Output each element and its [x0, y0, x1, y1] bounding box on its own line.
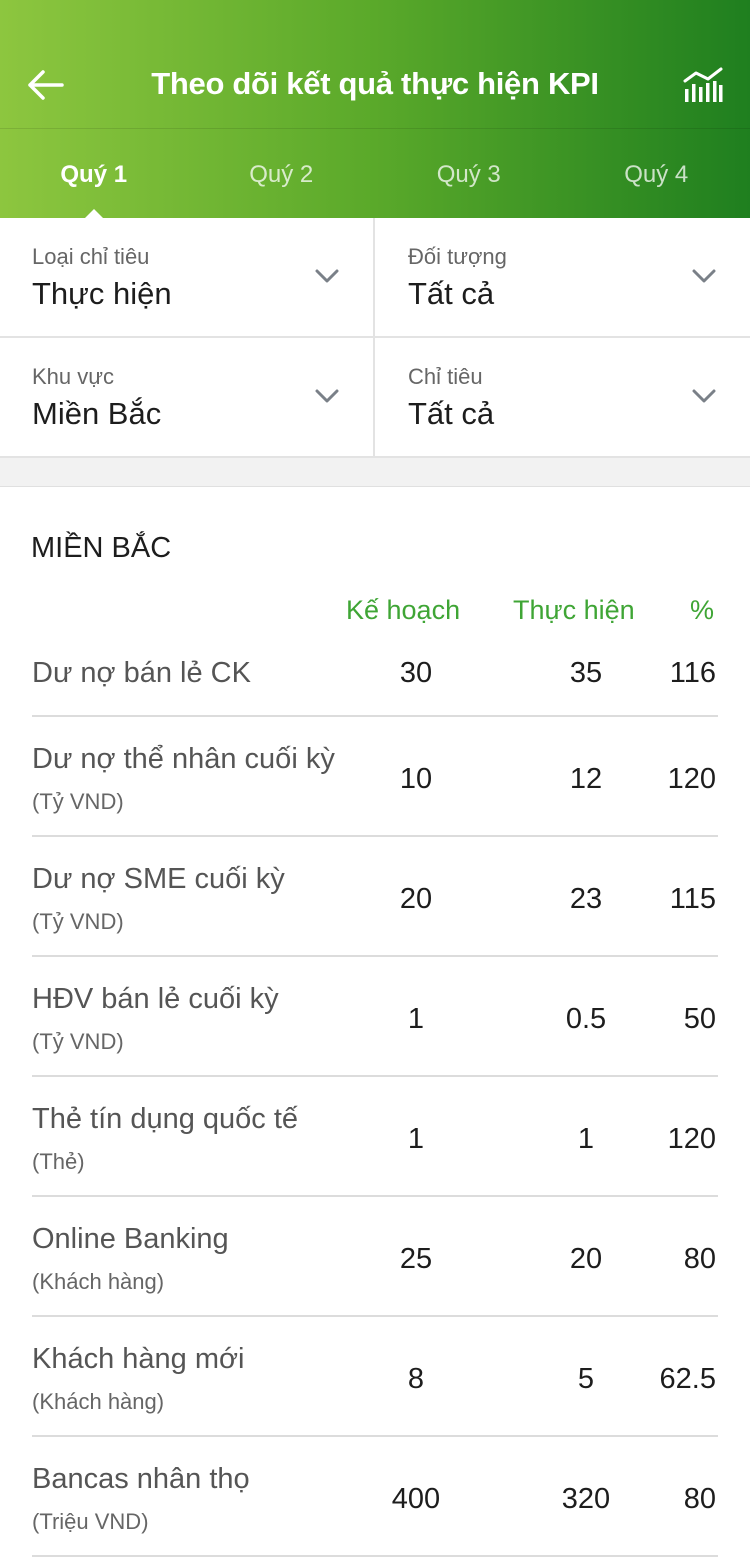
kpi-unit: (Triệu VND) [32, 1509, 149, 1534]
filter-label: Khu vực [32, 364, 114, 389]
filter-label: Đối tượng [408, 244, 507, 269]
filter-label: Loại chỉ tiêu [32, 244, 150, 269]
tab-label: Quý 2 [249, 161, 314, 188]
kpi-unit: (Tỷ VND) [32, 909, 124, 934]
percent-value: 120 [667, 1123, 716, 1155]
kpi-unit: (Khách hàng) [32, 1389, 165, 1414]
tab-label: Quý 4 [624, 161, 689, 188]
quarter-tabs: Quý 1 Quý 2 Quý 3 Quý 4 [0, 129, 750, 218]
target-dropdown[interactable]: Đối tượng Tất cả [375, 218, 750, 338]
kpi-unit: (Tỷ VND) [32, 789, 124, 814]
chevron-down-icon [315, 389, 339, 403]
kpi-unit: (Thẻ) [32, 1149, 85, 1174]
back-button[interactable] [20, 60, 70, 110]
plan-value: 8 [407, 1363, 425, 1395]
filter-label: Chỉ tiêu [408, 364, 483, 389]
kpi-name: Dư nợ bán lẻ CK [32, 657, 251, 689]
kpi-name: Thẻ tín dụng quốc tế [32, 1103, 299, 1135]
page-title: Theo dõi kết quả thực hiện KPI [151, 66, 599, 101]
active-tab-indicator [84, 209, 103, 218]
percent-value: 80 [683, 1243, 716, 1275]
top-bar: Theo dõi kết quả thực hiện KPI [0, 0, 750, 128]
filter-value: Tất cả [408, 396, 495, 431]
column-header-actual: Thực hiện [513, 595, 635, 625]
percent-value: 120 [667, 763, 716, 795]
chevron-down-icon [315, 269, 339, 283]
column-header-plan: Kế hoạch [346, 595, 461, 625]
section-separator [0, 458, 750, 487]
filter-value: Tất cả [408, 276, 495, 311]
filter-panel: Loại chỉ tiêu Thực hiện Đối tượng Tất cả… [0, 218, 750, 458]
column-header-percent: % [690, 595, 715, 625]
indicator-dropdown[interactable]: Chỉ tiêu Tất cả [375, 338, 750, 458]
tab-quarter-2[interactable]: Quý 2 [188, 129, 376, 218]
plan-value: 1 [407, 1003, 425, 1035]
metric-type-dropdown[interactable]: Loại chỉ tiêu Thực hiện [0, 218, 375, 338]
kpi-unit: (Tỷ VND) [32, 1029, 124, 1054]
percent-value: 62.5 [659, 1363, 716, 1395]
kpi-name: Dư nợ SME cuối kỳ [32, 863, 285, 895]
chevron-down-icon [692, 389, 716, 403]
percent-value: 116 [669, 657, 716, 689]
kpi-name: Dư nợ thể nhân cuối kỳ [32, 743, 335, 775]
kpi-unit: (Khách hàng) [32, 1269, 165, 1294]
chart-button[interactable] [678, 60, 728, 110]
table-row: Dư nợ SME cuối kỳ (Tỷ VND) 20 23 115 [32, 837, 718, 957]
section-title: MIỀN BẮC [31, 532, 172, 564]
tab-label: Quý 1 [60, 161, 128, 188]
tab-label: Quý 3 [436, 161, 501, 188]
filter-value: Thực hiện [32, 276, 172, 311]
plan-value: 20 [399, 883, 433, 915]
tab-quarter-4[interactable]: Quý 4 [563, 129, 750, 218]
chevron-down-icon [692, 269, 716, 283]
percent-value: 115 [669, 883, 716, 915]
table-row: Thẻ tín dụng quốc tế (Thẻ) 1 1 120 [32, 1077, 718, 1197]
region-dropdown[interactable]: Khu vực Miền Bắc [0, 338, 375, 458]
table-row: Dư nợ thể nhân cuối kỳ (Tỷ VND) 10 12 12… [32, 717, 718, 837]
table-row: Dư nợ bán lẻ CK 30 35 116 [32, 635, 718, 717]
plan-value: 25 [399, 1243, 433, 1275]
table-row: Online Banking (Khách hàng) 25 20 80 [32, 1197, 718, 1317]
percent-value: 80 [683, 1483, 716, 1515]
table-row: Bancas nhân thọ (Triệu VND) 400 320 80 [32, 1437, 718, 1557]
kpi-table: Dư nợ bán lẻ CK 30 35 116 Dư nợ thể nhân… [32, 635, 718, 1557]
plan-value: 1 [407, 1123, 425, 1155]
tab-quarter-1[interactable]: Quý 1 [0, 129, 188, 218]
kpi-name: Online Banking [32, 1223, 229, 1255]
tab-quarter-3[interactable]: Quý 3 [375, 129, 563, 218]
plan-value: 400 [391, 1483, 441, 1515]
plan-value: 10 [399, 763, 433, 795]
filter-value: Miền Bắc [32, 396, 162, 431]
kpi-name: Bancas nhân thọ [32, 1463, 250, 1495]
percent-value: 50 [683, 1003, 716, 1035]
arrow-left-icon [28, 70, 64, 100]
kpi-name: Khách hàng mới [32, 1343, 245, 1375]
plan-value: 30 [399, 657, 433, 689]
kpi-name: HĐV bán lẻ cuối kỳ [32, 983, 279, 1015]
table-row: Khách hàng mới (Khách hàng) 8 5 62.5 [32, 1317, 718, 1437]
table-row: HĐV bán lẻ cuối kỳ (Tỷ VND) 1 0.5 50 [32, 957, 718, 1077]
bar-chart-icon [683, 67, 723, 102]
header: Theo dõi kết quả thực hiện KPI Quý 1 Quý… [0, 0, 750, 218]
